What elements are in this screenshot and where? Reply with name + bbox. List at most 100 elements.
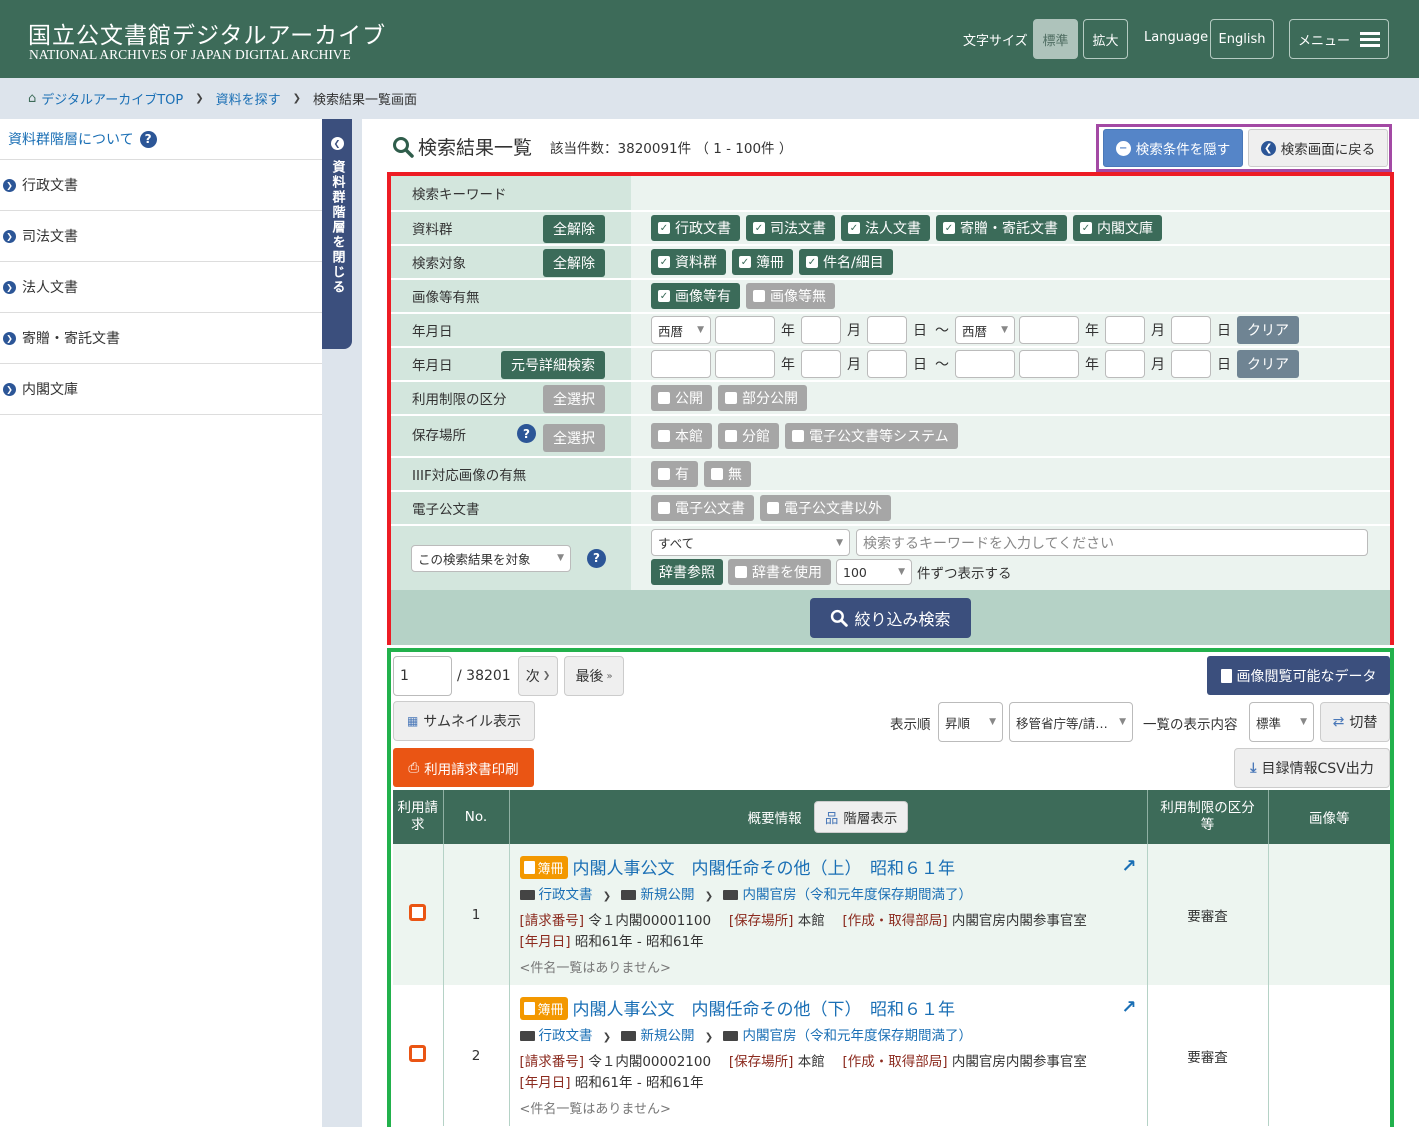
field-select[interactable]: すべて ▼	[651, 529, 850, 556]
path-link[interactable]: 内閣官房（令和元年度保存期間満了）	[742, 1028, 972, 1044]
sidebar-item-shiho[interactable]: ❯ 司法文書	[0, 211, 322, 262]
request-checkbox[interactable]	[409, 1045, 427, 1062]
request-checkbox[interactable]	[409, 904, 427, 921]
year-from-input[interactable]	[715, 316, 775, 344]
collection-chip-shiho[interactable]: ✓ 司法文書	[746, 215, 835, 241]
display-content-select[interactable]: 標準 ▼	[1249, 702, 1314, 742]
keyword-input[interactable]: 検索するキーワードを入力してください	[856, 529, 1368, 556]
collection-chip-kizo[interactable]: ✓ 寄贈・寄託文書	[936, 215, 1067, 241]
iiif-chip-no[interactable]: 無	[704, 461, 751, 487]
day-from-input[interactable]	[867, 316, 907, 344]
last-page-button[interactable]: 最後»	[564, 656, 624, 696]
era-to-input[interactable]	[955, 350, 1015, 378]
sidebar-item-naikaku[interactable]: ❯ 内閣文庫	[0, 364, 322, 415]
target-clear-button[interactable]: 全解除	[543, 249, 605, 277]
refine-search-button[interactable]: 絞り込み検索	[810, 597, 971, 638]
image-viewable-data-button[interactable]: 画像閲覧可能なデータ	[1207, 656, 1390, 695]
year-to-input[interactable]	[1019, 316, 1079, 344]
site-logo-en: NATIONAL ARCHIVES OF JAPAN DIGITAL ARCHI…	[29, 47, 351, 62]
scope-select[interactable]: この検索結果を対象 ▼	[411, 544, 571, 572]
record-title-link[interactable]: 内閣人事公文 内閣任命その他（下） 昭和６１年	[573, 1000, 956, 1020]
help-icon[interactable]: ?	[587, 548, 606, 568]
csv-export-button[interactable]: ⤓ 目録情報CSV出力	[1234, 748, 1390, 788]
next-page-button[interactable]: 次 ❯	[518, 656, 558, 696]
page-number-input[interactable]: 1	[393, 656, 452, 696]
hierarchy-view-button[interactable]: 品階層表示	[813, 801, 909, 833]
path-link[interactable]: 行政文書	[539, 887, 593, 903]
breadcrumb-search-link[interactable]: 資料を探す	[216, 89, 281, 108]
path-link[interactable]: 内閣官房（令和元年度保存期間満了）	[742, 887, 972, 903]
sitemap-icon: 品	[824, 811, 839, 827]
era-month-to-input[interactable]	[1105, 350, 1145, 378]
location-chip-edoc-system[interactable]: 電子公文書等システム	[785, 423, 958, 449]
external-link-icon[interactable]: ↗	[1121, 856, 1136, 877]
print-request-button[interactable]: ⎙ 利用請求書印刷	[393, 748, 534, 787]
help-icon[interactable]: ?	[139, 130, 157, 148]
path-link[interactable]: 行政文書	[539, 1028, 593, 1044]
era-from-input[interactable]	[651, 350, 711, 378]
date-clear-button[interactable]: クリア	[1237, 316, 1299, 344]
about-collections-link[interactable]: 資料群階層について ?	[0, 119, 322, 160]
era-day-from-input[interactable]	[867, 350, 907, 378]
location-select-all-button[interactable]: 全選択	[543, 424, 605, 452]
sidebar-close-toggle[interactable]: ❮ 資料群階層を閉じる	[322, 119, 352, 349]
per-page-select[interactable]: 100 ▼	[836, 559, 912, 585]
menu-button[interactable]: メニュー	[1289, 19, 1389, 59]
era-date-clear-button[interactable]: クリア	[1237, 350, 1299, 378]
use-dictionary-chip[interactable]: 辞書を使用	[728, 559, 831, 585]
iiif-chip-yes[interactable]: 有	[651, 461, 698, 487]
month-from-input[interactable]	[801, 316, 841, 344]
target-chip-volume[interactable]: ✓ 簿冊	[732, 249, 793, 275]
era-from-select[interactable]: 西暦 ▼	[651, 316, 711, 344]
edoc-chip-yes[interactable]: 電子公文書	[651, 495, 754, 521]
collection-chip-hojin[interactable]: ✓ 法人文書	[841, 215, 930, 241]
sort-order-select[interactable]: 昇順 ▼	[938, 702, 1003, 742]
month-to-input[interactable]	[1105, 316, 1145, 344]
era-detail-search-button[interactable]: 元号詳細検索	[501, 351, 605, 379]
era-year-from-input[interactable]	[715, 350, 775, 378]
help-icon[interactable]: ?	[517, 424, 536, 443]
chevron-left-icon: ❮	[330, 137, 344, 150]
image-chip-no[interactable]: 画像等無	[746, 283, 835, 309]
sidebar-item-hojin[interactable]: ❯ 法人文書	[0, 262, 322, 313]
chevron-down-icon: ▼	[1001, 325, 1008, 335]
hide-conditions-button[interactable]: − 検索条件を隠す	[1103, 129, 1243, 167]
target-chip-collection[interactable]: ✓ 資料群	[651, 249, 726, 275]
path-link[interactable]: 新規公開	[640, 1028, 694, 1044]
restriction-select-all-button[interactable]: 全選択	[543, 385, 605, 413]
era-day-to-input[interactable]	[1171, 350, 1211, 378]
edoc-chip-no[interactable]: 電子公文書以外	[760, 495, 891, 521]
sidebar-item-kizo[interactable]: ❯ 寄贈・寄託文書	[0, 313, 322, 364]
thumbnail-view-button[interactable]: ▦ サムネイル表示	[393, 701, 535, 741]
refine-search-label: 絞り込み検索	[854, 609, 951, 629]
external-link-icon[interactable]: ↗	[1121, 997, 1136, 1018]
collection-clear-button[interactable]: 全解除	[543, 215, 605, 243]
collection-label: 資料群	[412, 222, 453, 238]
collection-chip-gyosei[interactable]: ✓ 行政文書	[651, 215, 740, 241]
day-to-input[interactable]	[1171, 316, 1211, 344]
path-link[interactable]: 新規公開	[640, 887, 694, 903]
era-month-from-input[interactable]	[801, 350, 841, 378]
image-chip-yes[interactable]: ✓ 画像等有	[651, 283, 740, 309]
site-logo[interactable]: 国立公文書館デジタルアーカイブ	[28, 16, 386, 50]
era-to-select[interactable]: 西暦 ▼	[955, 316, 1015, 344]
breadcrumb-home-link[interactable]: デジタルアーカイブTOP	[41, 89, 183, 108]
switch-button[interactable]: ⇄ 切替	[1320, 702, 1390, 742]
chevron-right-icon: ❯	[602, 1031, 612, 1043]
back-to-search-button[interactable]: ❮ 検索画面に戻る	[1248, 129, 1388, 167]
font-large-button[interactable]: 拡大	[1083, 19, 1128, 59]
sidebar-item-gyosei[interactable]: ❯ 行政文書	[0, 160, 322, 211]
restriction-chip-public[interactable]: 公開	[651, 385, 712, 411]
era-year-to-input[interactable]	[1019, 350, 1079, 378]
location-chip-annex[interactable]: 分館	[718, 423, 779, 449]
font-standard-button[interactable]: 標準	[1033, 19, 1078, 59]
iiif-label: IIIF対応画像の有無	[391, 458, 631, 490]
record-title-link[interactable]: 内閣人事公文 内閣任命その他（上） 昭和６１年	[573, 859, 956, 879]
english-button[interactable]: English	[1210, 19, 1274, 59]
restriction-chip-partial[interactable]: 部分公開	[718, 385, 807, 411]
collection-chip-naikaku[interactable]: ✓ 内閣文庫	[1073, 215, 1162, 241]
location-chip-main[interactable]: 本館	[651, 423, 712, 449]
sort-key-select[interactable]: 移管省庁等/請… ▼	[1009, 702, 1133, 742]
target-chip-item[interactable]: ✓ 件名/細目	[799, 249, 893, 275]
dictionary-reference-button[interactable]: 辞書参照	[651, 559, 723, 585]
